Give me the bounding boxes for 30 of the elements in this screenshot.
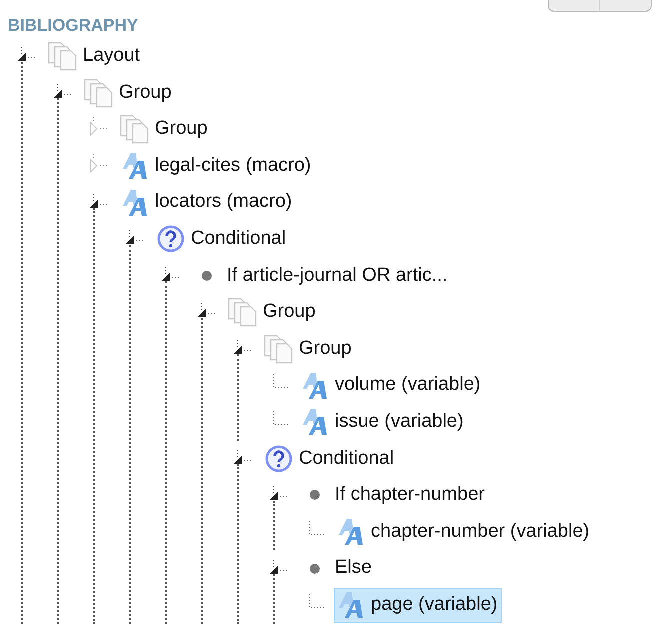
tree-node[interactable]: If chapter-number bbox=[298, 478, 489, 513]
tree-node[interactable]: legal-cites (macro) bbox=[118, 148, 316, 184]
question-icon bbox=[155, 224, 187, 254]
tree-connector-icon bbox=[309, 594, 324, 608]
tree-node[interactable]: page (variable) bbox=[334, 588, 502, 623]
tree-node[interactable]: If article-journal OR artic... bbox=[190, 258, 452, 294]
tree-node[interactable]: Conditional bbox=[262, 441, 398, 476]
tree-guide-line bbox=[273, 574, 275, 624]
tree-node[interactable]: Group bbox=[82, 75, 176, 110]
tree-connector-icon bbox=[273, 374, 288, 388]
tree-node[interactable]: Else bbox=[298, 551, 376, 586]
section-heading: BIBLIOGRAPHY bbox=[8, 15, 138, 37]
tree-connector-icon bbox=[273, 410, 288, 425]
tree-node[interactable]: locators (macro) bbox=[118, 185, 296, 220]
stacked-pages-icon bbox=[119, 114, 151, 144]
tree-guide-line bbox=[273, 500, 275, 550]
tree-node[interactable]: Conditional bbox=[154, 222, 290, 257]
stacked-pages-icon bbox=[263, 334, 295, 364]
tree-node[interactable]: chapter-number (variable) bbox=[334, 514, 594, 550]
stacked-pages-icon bbox=[47, 41, 79, 72]
tree-connector-icon bbox=[309, 520, 324, 535]
question-icon bbox=[263, 444, 295, 474]
tree-node[interactable]: Group bbox=[118, 112, 212, 147]
stacked-pages-icon bbox=[227, 297, 259, 328]
tree-node[interactable]: Layout bbox=[46, 38, 144, 74]
tree-node[interactable]: Group bbox=[262, 332, 356, 367]
tree-node[interactable]: Group bbox=[226, 294, 320, 330]
tree-node[interactable]: volume (variable) bbox=[298, 368, 485, 404]
tree-node[interactable]: issue (variable) bbox=[298, 404, 468, 440]
stacked-pages-icon bbox=[83, 78, 115, 108]
